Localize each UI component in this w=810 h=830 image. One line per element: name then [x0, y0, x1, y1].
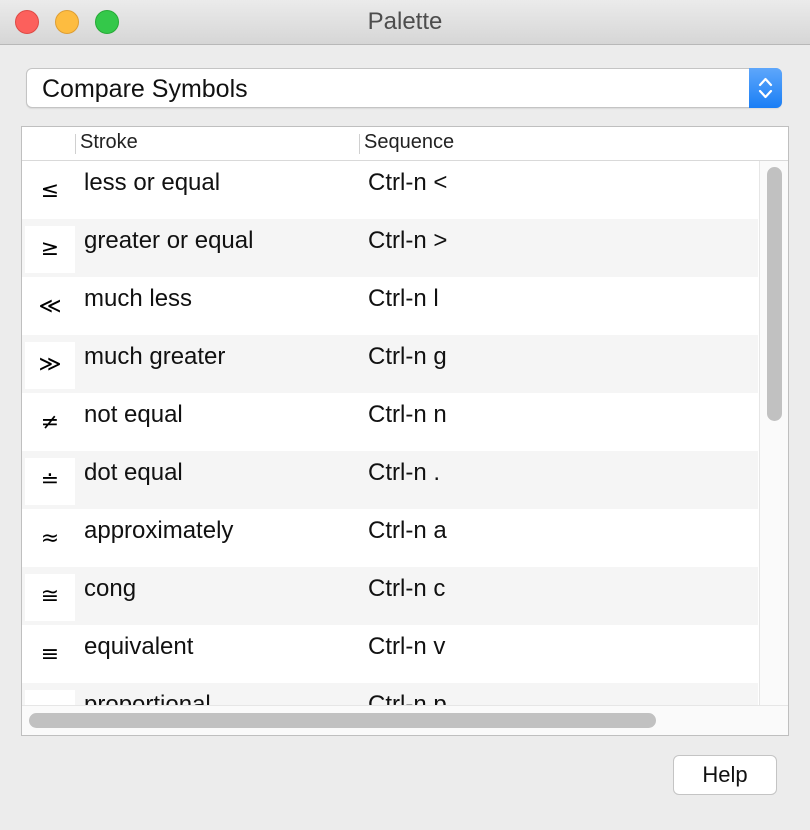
symbol-glyph: ≅	[40, 584, 60, 609]
stroke-name: dot equal	[84, 459, 183, 486]
symbol-glyph: ≪	[38, 294, 62, 319]
title-bar[interactable]: Palette	[0, 0, 810, 45]
key-sequence: Ctrl-n g	[368, 343, 447, 370]
symbol-glyph: ≤	[40, 178, 60, 203]
column-header-stroke[interactable]: Stroke	[80, 131, 138, 154]
table-row[interactable]: ≥ greater or equal Ctrl-n >	[22, 219, 758, 277]
symbol-glyph: ≫	[38, 352, 62, 377]
horizontal-scroll-thumb[interactable]	[29, 713, 656, 728]
table-row[interactable]: ≈ approximately Ctrl-n a	[22, 509, 758, 567]
symbol-cell: ≡	[25, 632, 75, 679]
table-row[interactable]: ≪ much less Ctrl-n l	[22, 277, 758, 335]
column-separator[interactable]	[75, 134, 76, 154]
palette-window: Palette Compare Symbols Stroke Sequence …	[0, 0, 810, 830]
symbol-cell: ≫	[25, 342, 75, 389]
symbol-table: Stroke Sequence ≤ less or equal Ctrl-n <…	[21, 126, 789, 736]
vertical-scrollbar[interactable]	[759, 161, 788, 705]
symbol-cell: ∝	[25, 690, 75, 705]
stroke-name: cong	[84, 575, 137, 602]
stroke-name: much greater	[84, 343, 226, 370]
table-header: Stroke Sequence	[22, 127, 788, 161]
table-rows: ≤ less or equal Ctrl-n < ≥ greater or eq…	[22, 161, 758, 705]
column-header-sequence[interactable]: Sequence	[364, 131, 454, 154]
table-row[interactable]: ∝ proportional Ctrl-n p	[22, 683, 758, 705]
symbol-category-popup[interactable]: Compare Symbols	[26, 68, 782, 108]
stroke-name: equivalent	[84, 633, 194, 660]
horizontal-scrollbar[interactable]	[22, 705, 788, 735]
vertical-scroll-thumb[interactable]	[767, 167, 782, 421]
symbol-glyph: ≈	[40, 526, 60, 551]
up-down-chevron-icon	[749, 68, 782, 108]
table-row[interactable]: ≫ much greater Ctrl-n g	[22, 335, 758, 393]
symbol-glyph: ≡	[40, 642, 60, 667]
help-button[interactable]: Help	[673, 755, 777, 795]
stroke-name: not equal	[84, 401, 183, 428]
key-sequence: Ctrl-n <	[368, 169, 448, 196]
table-row[interactable]: ≡ equivalent Ctrl-n v	[22, 625, 758, 683]
table-row[interactable]: ≤ less or equal Ctrl-n <	[22, 161, 758, 219]
column-separator[interactable]	[359, 134, 360, 154]
symbol-cell: ≈	[25, 516, 75, 563]
stroke-name: greater or equal	[84, 227, 254, 254]
symbol-cell: ≤	[25, 168, 75, 215]
stroke-name: less or equal	[84, 169, 221, 196]
key-sequence: Ctrl-n l	[368, 285, 439, 312]
stroke-name: proportional	[84, 691, 211, 705]
key-sequence: Ctrl-n .	[368, 459, 440, 486]
symbol-cell: ≥	[25, 226, 75, 273]
window-title: Palette	[367, 8, 443, 35]
key-sequence: Ctrl-n >	[368, 227, 448, 254]
key-sequence: Ctrl-n n	[368, 401, 447, 428]
key-sequence: Ctrl-n c	[368, 575, 446, 602]
key-sequence: Ctrl-n v	[368, 633, 446, 660]
symbol-cell: ≪	[25, 284, 75, 331]
symbol-cell: ≐	[25, 458, 75, 505]
table-row[interactable]: ≠ not equal Ctrl-n n	[22, 393, 758, 451]
key-sequence: Ctrl-n a	[368, 517, 447, 544]
symbol-glyph: ≠	[40, 410, 60, 435]
popup-selected-value: Compare Symbols	[42, 75, 248, 103]
symbol-glyph: ≥	[40, 236, 60, 261]
stroke-name: much less	[84, 285, 193, 312]
key-sequence: Ctrl-n p	[368, 691, 447, 705]
table-row[interactable]: ≐ dot equal Ctrl-n .	[22, 451, 758, 509]
symbol-glyph: ≐	[40, 468, 60, 493]
symbol-cell: ≠	[25, 400, 75, 447]
symbol-cell: ≅	[25, 574, 75, 621]
stroke-name: approximately	[84, 517, 234, 544]
table-row[interactable]: ≅ cong Ctrl-n c	[22, 567, 758, 625]
